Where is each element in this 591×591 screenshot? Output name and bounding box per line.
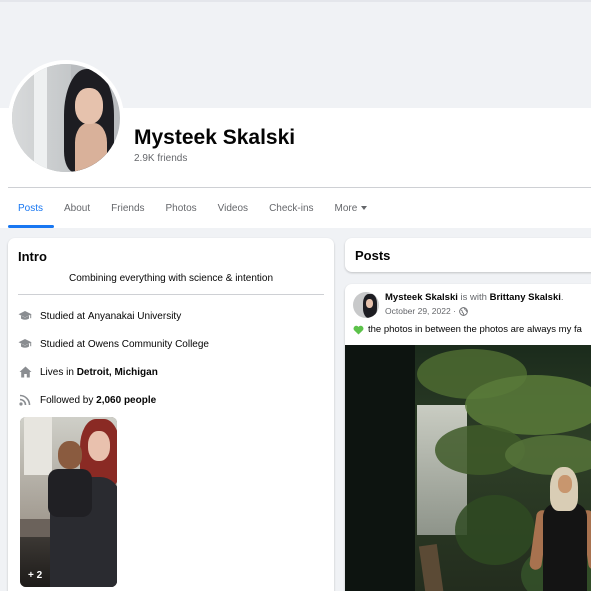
- intro-item-link[interactable]: Owens Community College: [88, 339, 209, 350]
- rss-icon: [18, 394, 32, 406]
- profile-tabs: Posts About Friends Photos Videos Check-…: [8, 188, 378, 228]
- intro-item-link[interactable]: Anyanakai University: [88, 311, 181, 322]
- post-text-content: the photos in between the photos are alw…: [368, 324, 582, 335]
- intro-item-education: Studied at Owens Community College: [18, 338, 209, 350]
- intro-item-location: Lives in Detroit, Michigan: [18, 366, 158, 378]
- intro-item-link[interactable]: Detroit, Michigan: [77, 367, 158, 378]
- posts-title: Posts: [355, 248, 391, 263]
- posts-header-card: Posts: [345, 238, 591, 272]
- post-author-avatar[interactable]: [353, 292, 379, 318]
- graduation-cap-icon: [18, 338, 32, 350]
- intro-item-followers: Followed by 2,060 people: [18, 394, 156, 406]
- featured-photo[interactable]: + 2: [20, 417, 117, 587]
- post-timestamp: October 29, 2022 ·: [385, 306, 468, 316]
- tab-about[interactable]: About: [54, 188, 101, 228]
- caret-down-icon: [361, 206, 368, 210]
- post-date-link[interactable]: October 29, 2022 ·: [385, 306, 456, 316]
- green-heart-icon: [353, 325, 364, 335]
- post-tagged-link[interactable]: Brittany Skalski: [490, 292, 561, 303]
- tab-label: About: [64, 202, 91, 214]
- intro-divider: [18, 294, 324, 295]
- tab-label: Check-ins: [269, 202, 314, 214]
- tab-friends[interactable]: Friends: [101, 188, 155, 228]
- tab-label: More: [334, 202, 358, 214]
- post-header-tail: .: [560, 292, 564, 303]
- post-author-link[interactable]: Mysteek Skalski: [385, 292, 458, 303]
- profile-picture: [12, 64, 120, 172]
- tab-check-ins[interactable]: Check-ins: [259, 188, 324, 228]
- tab-photos[interactable]: Photos: [156, 188, 208, 228]
- graduation-cap-icon: [18, 310, 32, 322]
- intro-item-prefix: Studied at: [40, 310, 86, 322]
- tab-label: Friends: [111, 202, 145, 214]
- home-icon: [18, 366, 32, 378]
- intro-item-link[interactable]: 2,060 people: [96, 395, 156, 406]
- post-text: the photos in between the photos are alw…: [353, 324, 582, 335]
- intro-item-prefix: Followed by: [40, 394, 94, 406]
- profile-avatar[interactable]: [8, 60, 124, 176]
- more-photos-count: + 2: [28, 570, 43, 581]
- tab-more[interactable]: More: [325, 188, 379, 228]
- friends-count[interactable]: 2.9K friends: [134, 153, 187, 164]
- post-card: Mysteek Skalski is with Brittany Skalski…: [345, 284, 591, 591]
- intro-item-prefix: Lives in: [40, 366, 74, 378]
- tab-label: Photos: [165, 202, 197, 214]
- tab-posts[interactable]: Posts: [8, 188, 55, 228]
- intro-item-prefix: Studied at: [40, 338, 86, 350]
- tab-label: Videos: [217, 202, 249, 214]
- tab-videos[interactable]: Videos: [208, 188, 259, 228]
- post-photo[interactable]: [345, 345, 591, 591]
- post-header: Mysteek Skalski is with Brittany Skalski…: [385, 292, 564, 303]
- globe-icon: [459, 306, 468, 316]
- intro-bio: Combining everything with science & inte…: [69, 273, 273, 284]
- intro-card: Intro Combining everything with science …: [8, 238, 334, 591]
- intro-title: Intro: [18, 249, 47, 264]
- tab-label: Posts: [18, 202, 44, 214]
- profile-name: Mysteek Skalski: [134, 126, 296, 149]
- post-with-text: is with: [457, 292, 490, 303]
- intro-item-education: Studied at Anyanakai University: [18, 310, 181, 322]
